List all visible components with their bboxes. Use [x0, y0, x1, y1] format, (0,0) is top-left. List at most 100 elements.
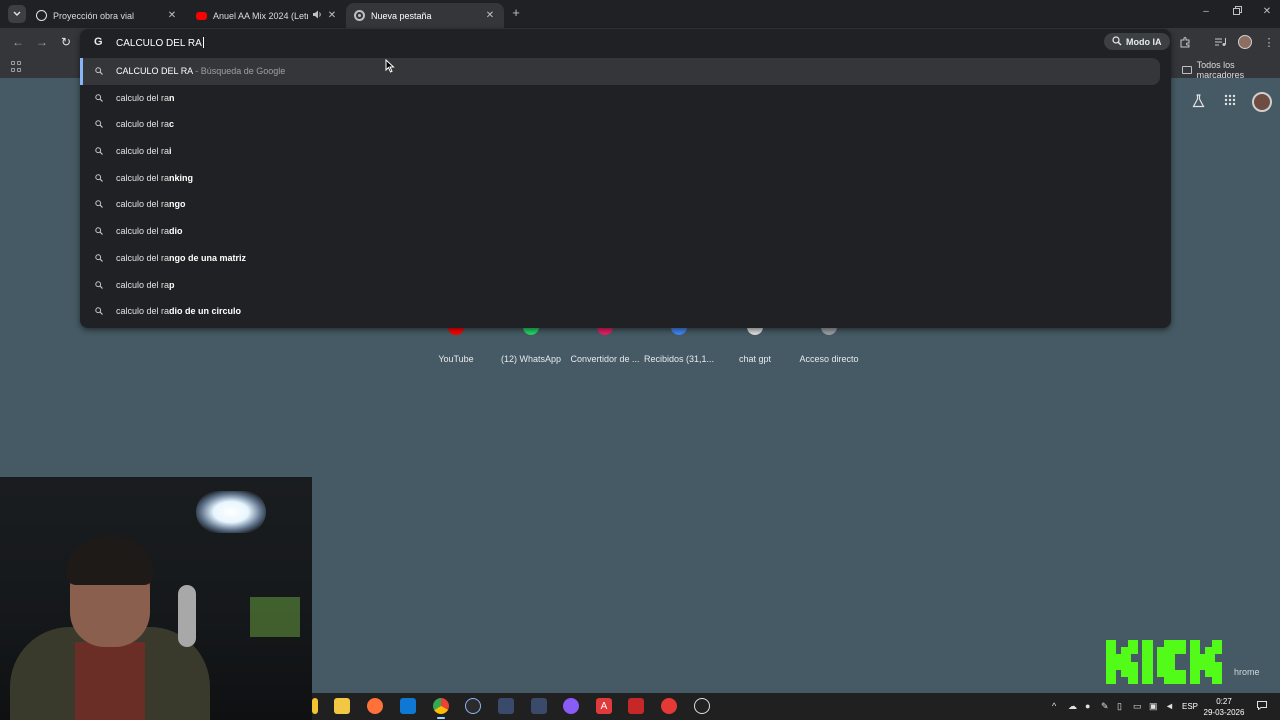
file-explorer-icon[interactable] — [312, 698, 318, 714]
suggestion-completion: n — [169, 92, 175, 103]
close-window-icon[interactable]: ✕ — [1259, 6, 1275, 17]
all-bookmarks-button[interactable]: Todos los marcadores — [1182, 60, 1280, 80]
search-icon — [95, 93, 103, 102]
modo-ia-button[interactable]: Modo IA — [1104, 33, 1170, 50]
address-input[interactable]: CALCULO DEL RA — [116, 37, 204, 49]
acrobat-icon[interactable] — [628, 698, 644, 714]
omnibox-dropdown: G CALCULO DEL RA Modo IA CALCULO DEL RA … — [80, 29, 1171, 328]
address-bar[interactable]: G CALCULO DEL RA Modo IA — [80, 29, 1171, 55]
ring-light — [196, 491, 266, 533]
tab-anuel[interactable]: Anuel AA Mix 2024 (Letra) ✕ — [188, 3, 346, 28]
suggestion-item[interactable]: calculo del ranking — [80, 165, 1171, 192]
extensions-icon[interactable] — [1178, 35, 1192, 49]
suggestion-item[interactable]: calculo del radio — [80, 218, 1171, 245]
shortcut-label[interactable]: YouTube — [418, 354, 494, 364]
sparkle-search-icon — [1112, 35, 1122, 48]
minimize-icon[interactable]: – — [1198, 6, 1214, 17]
network-icon[interactable]: ▣ — [1149, 701, 1158, 712]
search-icon — [95, 227, 103, 236]
close-icon[interactable]: ✕ — [484, 10, 496, 21]
suggestion-prefix: calculo del ra — [116, 226, 170, 237]
media-control-icon[interactable] — [1213, 35, 1227, 49]
suggestion-hint: - Búsqueda de Google — [192, 66, 286, 76]
tab-title: Anuel AA Mix 2024 (Letra) — [213, 10, 308, 21]
kebab-menu-icon[interactable]: ⋮ — [1262, 35, 1276, 49]
tab-nueva-pestana[interactable]: Nueva pestaña ✕ — [346, 3, 504, 28]
edge-icon[interactable] — [465, 698, 481, 714]
cloud-icon[interactable]: ☁ — [1068, 701, 1077, 712]
profile-avatar[interactable] — [1238, 35, 1252, 49]
streamer-shirt — [75, 642, 145, 720]
store-icon[interactable] — [334, 698, 350, 714]
tab-proyeccion[interactable]: Proyección obra vial ✕ — [28, 3, 186, 28]
back-arrow-icon[interactable]: ← — [10, 34, 26, 50]
suggestion-item[interactable]: calculo del rango — [80, 191, 1171, 218]
shortcut-label[interactable]: Recibidos (31,1... — [641, 354, 717, 364]
tab-title: Nueva pestaña — [371, 10, 432, 21]
suggestion-prefix: calculo del ra — [116, 172, 170, 183]
suggestion-item[interactable]: calculo del rango de una matriz — [80, 245, 1171, 272]
suggestion-prefix: calculo del ra — [116, 279, 170, 290]
autocad-icon[interactable]: A — [596, 698, 612, 714]
suggestion-item[interactable]: calculo del rac — [80, 111, 1171, 138]
microphone — [178, 585, 196, 647]
app-grid-2-icon[interactable] — [531, 698, 547, 714]
suggestion-item[interactable]: calculo del rai — [80, 138, 1171, 165]
clock-time: 0:27 — [1216, 697, 1232, 706]
suggestion-prefix: calculo del ra — [116, 92, 170, 103]
chrome-icon[interactable] — [433, 698, 449, 714]
notifications-icon[interactable] — [1257, 701, 1267, 712]
suggestion-completion: ngo — [169, 199, 186, 210]
microphone-icon[interactable]: ● — [1085, 701, 1090, 711]
search-icon — [95, 254, 103, 262]
forward-arrow-icon[interactable]: → — [34, 34, 50, 50]
pen-icon[interactable]: ✎ — [1101, 701, 1109, 712]
new-tab-button[interactable]: + — [509, 6, 523, 20]
google-apps-icon[interactable] — [1222, 94, 1238, 110]
restore-icon[interactable] — [1229, 6, 1245, 18]
app-grid-icon[interactable] — [498, 698, 514, 714]
search-icon — [95, 120, 103, 129]
clock-date: 29-03-2026 — [1203, 708, 1245, 717]
search-icon — [95, 67, 103, 75]
chevron-down-icon — [13, 11, 21, 16]
suggestion-completion: ngo de una matriz — [169, 252, 247, 263]
chevron-up-icon[interactable]: ^ — [1052, 701, 1056, 711]
suggestion-item-selected[interactable]: CALCULO DEL RA - Búsqueda de Google — [80, 58, 1160, 85]
kick-logo — [1106, 640, 1222, 684]
suggestion-completion: dio — [169, 226, 183, 237]
labs-flask-icon[interactable] — [1190, 94, 1206, 110]
reload-icon[interactable]: ↻ — [58, 34, 74, 50]
outlook-icon[interactable] — [400, 698, 416, 714]
suggestion-completion: nking — [169, 172, 194, 183]
firefox-icon[interactable] — [367, 698, 383, 714]
suggestion-item[interactable]: calculo del radio de un circulo — [80, 298, 1171, 325]
chatgpt-icon[interactable] — [694, 698, 710, 714]
search-icon — [95, 174, 103, 182]
suggestion-completion: p — [169, 279, 175, 290]
usb-icon[interactable]: ▯ — [1117, 701, 1122, 712]
tab-title: Proyección obra vial — [53, 10, 135, 21]
clock[interactable]: 0:27 29-03-2026 — [1196, 696, 1252, 718]
search-icon — [95, 147, 103, 155]
obs-icon[interactable] — [563, 698, 579, 714]
volume-icon[interactable]: ◄ — [1165, 701, 1174, 711]
apps-grid-icon[interactable] — [11, 61, 22, 72]
overlay-text: hrome — [1234, 667, 1260, 677]
shortcut-label[interactable]: (12) WhatsApp — [493, 354, 569, 364]
account-avatar[interactable] — [1252, 92, 1272, 112]
pdf-app-icon[interactable] — [661, 698, 677, 714]
suggestion-item[interactable]: calculo del ran — [80, 85, 1171, 112]
shortcut-label[interactable]: Convertidor de ... — [567, 354, 643, 364]
chrome-icon — [354, 10, 365, 21]
close-icon[interactable]: ✕ — [166, 10, 178, 21]
printer-icon[interactable]: ▭ — [1133, 701, 1142, 712]
shortcut-label[interactable]: Acceso directo — [791, 354, 867, 364]
shortcut-label[interactable]: chat gpt — [717, 354, 793, 364]
tab-search-button[interactable] — [8, 5, 26, 23]
close-icon[interactable]: ✕ — [326, 10, 338, 21]
suggestion-prefix: calculo del ra — [116, 306, 170, 317]
suggestion-item[interactable]: calculo del rap — [80, 272, 1171, 299]
webcam-overlay — [0, 477, 312, 720]
speaker-icon[interactable] — [312, 10, 322, 21]
